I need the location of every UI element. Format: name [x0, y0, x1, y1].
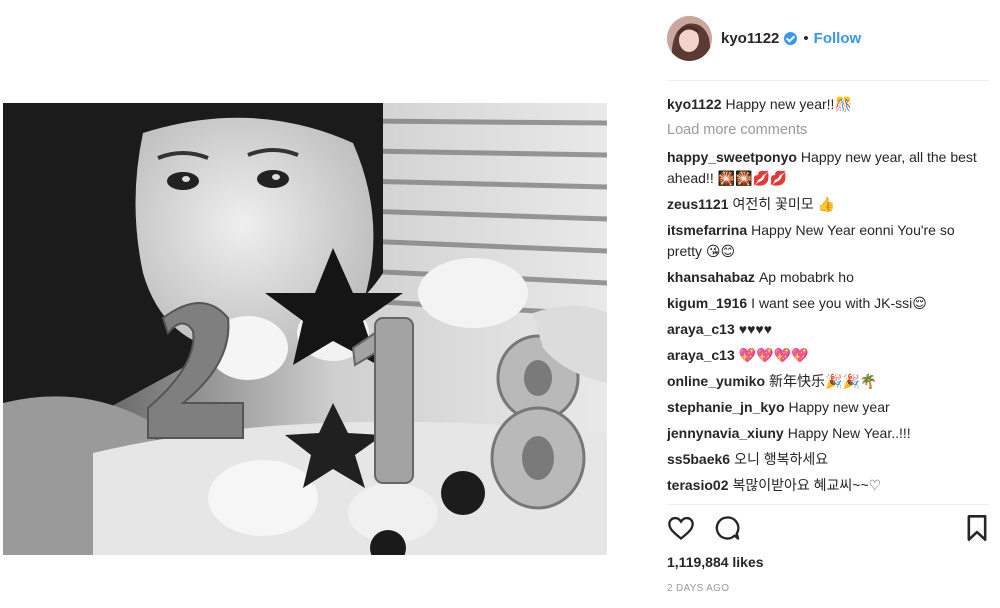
comment-item: zeus1121 여전히 꽃미모 👍: [667, 194, 990, 215]
load-more-comments-button[interactable]: Load more comments: [667, 120, 990, 141]
comment-text: Happy New Year..!!!: [787, 425, 911, 441]
post-header: kyo1122 • Follow: [667, 14, 990, 62]
post-timestamp[interactable]: 2 DAYS AGO: [667, 583, 729, 594]
like-count[interactable]: 1,119,884 likes: [667, 554, 764, 570]
post-username[interactable]: kyo1122: [721, 30, 779, 47]
comment-item: itsmefarrina Happy New Year eonni You're …: [667, 220, 990, 262]
post-photo[interactable]: [3, 103, 607, 555]
separator-dot: •: [803, 29, 809, 47]
verified-badge-icon: [784, 31, 798, 45]
comment-username[interactable]: jennynavia_xiuny: [667, 425, 784, 441]
comment-text: 복많이받아요 혜교씨~~♡: [732, 477, 882, 493]
caption-text: Happy new year!!🎊: [725, 96, 852, 112]
comment-item: araya_c13 ♥♥♥♥: [667, 319, 990, 340]
comment-text: 💖💖💖💖: [738, 347, 809, 363]
bookmark-icon[interactable]: [964, 514, 994, 544]
comment-username[interactable]: kigum_1916: [667, 295, 747, 311]
comment-username[interactable]: zeus1121: [667, 196, 729, 212]
comment-item: stephanie_jn_kyo Happy new year: [667, 397, 990, 418]
comment-text: 新年快乐🎉🎉🌴: [769, 373, 878, 389]
post-sidebar: kyo1122 • Follow kyo1122 Happy new year!!…: [667, 0, 990, 608]
comment-item: kigum_1916 I want see you with JK-ssi😌: [667, 293, 990, 314]
caption-username[interactable]: kyo1122: [667, 96, 722, 112]
avatar[interactable]: [667, 15, 712, 61]
comment-username[interactable]: araya_c13: [667, 321, 735, 337]
comment-username[interactable]: happy_sweetponyo: [667, 149, 797, 165]
comment-item: khansahabaz Ap mobabrk ho: [667, 267, 990, 288]
comment-username[interactable]: terasio02: [667, 477, 728, 493]
header-divider: [667, 80, 990, 81]
comment-text: Happy new year: [788, 399, 890, 415]
comment-icon[interactable]: [713, 514, 743, 544]
comment-text: 여전히 꽃미모 👍: [732, 196, 836, 212]
comment-username[interactable]: online_yumiko: [667, 373, 765, 389]
follow-button[interactable]: Follow: [814, 30, 862, 47]
comment-username[interactable]: araya_c13: [667, 347, 735, 363]
caption: kyo1122 Happy new year!!🎊: [667, 94, 990, 115]
comment-text: Ap mobabrk ho: [758, 269, 854, 285]
post-image: [3, 103, 607, 555]
comment-text: 오니 행복하세요: [734, 451, 829, 467]
comment-item: online_yumiko 新年快乐🎉🎉🌴: [667, 371, 990, 392]
comment-username[interactable]: stephanie_jn_kyo: [667, 399, 785, 415]
comment-username[interactable]: ss5baek6: [667, 451, 730, 467]
comment-username[interactable]: itsmefarrina: [667, 222, 747, 238]
heart-icon[interactable]: [667, 514, 697, 544]
comment-text: ♥♥♥♥: [738, 321, 772, 337]
comment-item: ss5baek6 오니 행복하세요: [667, 449, 990, 470]
comment-item: happy_sweetponyo Happy new year, all the …: [667, 147, 990, 189]
comment-item: terasio02 복많이받아요 혜교씨~~♡: [667, 475, 990, 496]
action-bar: [667, 514, 990, 546]
comment-item: araya_c13 💖💖💖💖: [667, 345, 990, 366]
actions-divider: [667, 504, 990, 505]
comment-text: I want see you with JK-ssi😌: [751, 295, 927, 311]
comment-item: jennynavia_xiuny Happy New Year..!!!: [667, 423, 990, 444]
comment-username[interactable]: khansahabaz: [667, 269, 755, 285]
comments-list[interactable]: kyo1122 Happy new year!!🎊 Load more comme…: [667, 94, 990, 504]
